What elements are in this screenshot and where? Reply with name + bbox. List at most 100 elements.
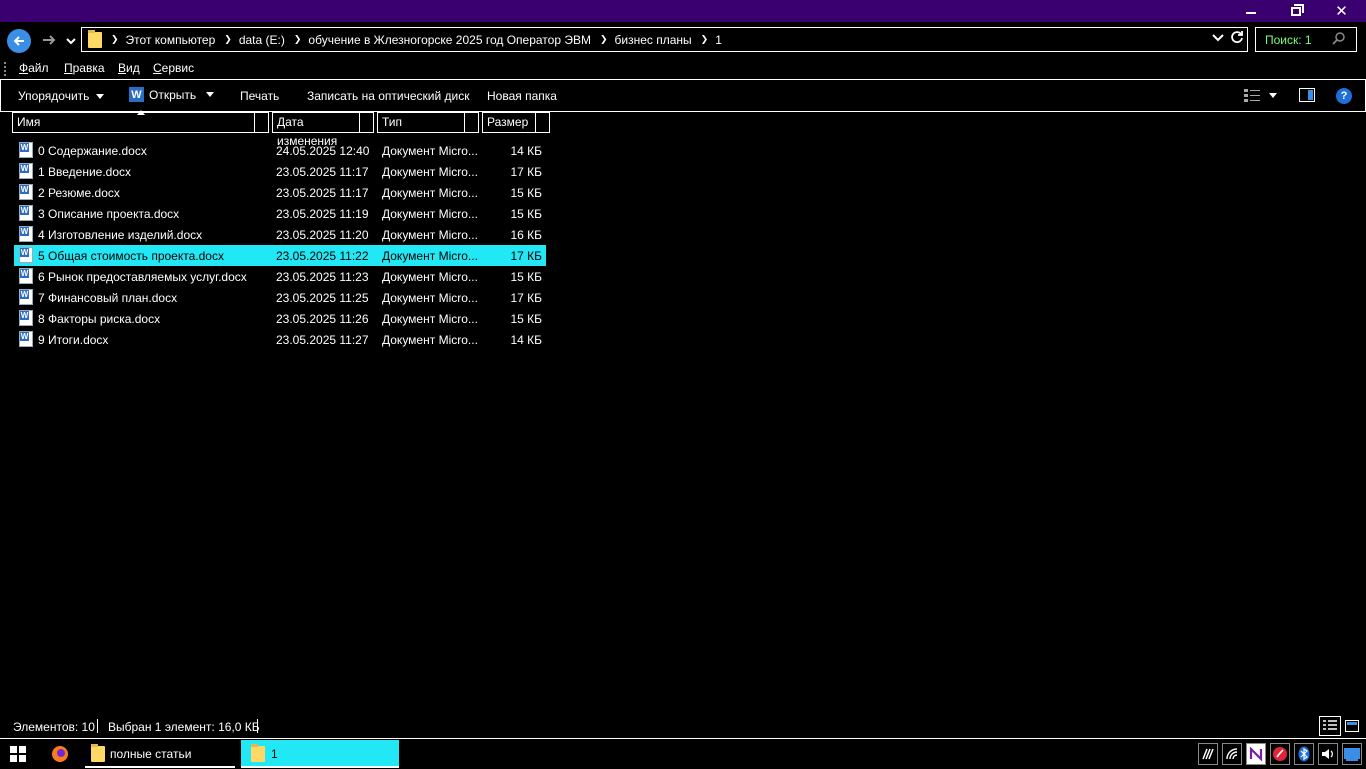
word-document-icon (19, 310, 33, 326)
file-row[interactable]: 0 Содержание.docx 24.05.2025 12:40 Докумен… (14, 140, 546, 161)
breadcrumb-training-folder[interactable]: обучение в Жлезногорске 2025 год Операто… (308, 33, 591, 47)
items-count: Элементов: 10 (13, 720, 95, 734)
restore-button[interactable] (1273, 0, 1318, 22)
menu-view-label: ид (126, 61, 140, 75)
caret-down-icon (1269, 92, 1277, 98)
shield-icon (1273, 747, 1287, 761)
large-icons-view-button[interactable] (1341, 716, 1363, 736)
file-row[interactable]: 6 Рынок предоставляемых услуг.docx 23.05.… (14, 266, 546, 287)
file-size: 15 КБ (510, 270, 542, 284)
file-date: 23.05.2025 11:20 (276, 228, 369, 242)
file-type: Документ Micro... (382, 270, 478, 284)
action-center-icon[interactable] (1342, 743, 1362, 765)
column-type-splitter[interactable] (465, 112, 479, 133)
column-size[interactable]: Размер (482, 112, 536, 133)
file-type: Документ Micro... (382, 291, 478, 305)
file-type: Документ Micro... (382, 249, 478, 263)
menu-bar: Файл Правка Вид Сервис (0, 59, 1366, 79)
preview-pane-button[interactable] (1299, 88, 1315, 102)
breadcrumb-drive[interactable]: data (E:) (239, 33, 285, 47)
forward-button[interactable] (39, 29, 59, 51)
file-row[interactable]: 3 Описание проекта.docx 23.05.2025 11:19 Д… (14, 203, 546, 224)
onenote-icon[interactable] (1246, 743, 1266, 765)
change-view-button[interactable] (1244, 88, 1277, 102)
menu-tools-accesskey: С (153, 61, 162, 75)
folder-icon (91, 744, 105, 762)
file-row[interactable]: 4 Изготовление изделий.docx 23.05.2025 11… (14, 224, 546, 245)
bluetooth-glyph (1298, 746, 1310, 762)
column-name[interactable]: Имя (12, 112, 255, 133)
column-size-splitter[interactable] (536, 112, 550, 133)
file-size: 15 КБ (510, 207, 542, 221)
column-name-splitter[interactable] (255, 112, 269, 133)
word-document-icon (19, 142, 33, 158)
organize-label: Упорядочить (18, 89, 90, 103)
file-row[interactable]: 1 Введение.docx 23.05.2025 11:17 Документ … (14, 161, 546, 182)
file-row[interactable]: 2 Резюме.docx 23.05.2025 11:17 Документ Mi… (14, 182, 546, 203)
status-bar: Элементов: 10 Выбран 1 элемент: 16,0 КБ (0, 716, 1366, 738)
word-document-icon (19, 226, 33, 242)
search-icon[interactable] (1332, 31, 1346, 45)
burn-disc-button[interactable]: Записать на оптический диск (307, 89, 470, 103)
file-size: 15 КБ (510, 312, 542, 326)
back-arrow-icon (13, 36, 24, 46)
windows-logo-icon (10, 746, 26, 762)
file-row[interactable]: 8 Факторы риска.docx 23.05.2025 11:26 Доку… (14, 308, 546, 329)
column-date[interactable]: Дата изменения (272, 112, 360, 148)
bluetooth-icon[interactable] (1294, 743, 1314, 765)
column-type[interactable]: Тип (377, 112, 465, 133)
file-size: 14 КБ (510, 144, 542, 158)
taskbar-app-label: полные статьи (110, 747, 192, 761)
organize-button[interactable]: Упорядочить (18, 89, 105, 103)
start-button[interactable] (0, 739, 36, 769)
details-view-icon (1244, 89, 1260, 102)
file-date: 23.05.2025 11:22 (276, 249, 369, 263)
open-button[interactable]: W Открыть (129, 87, 215, 102)
menu-tools[interactable]: Сервис (153, 61, 194, 75)
column-date-splitter[interactable] (360, 112, 374, 133)
address-dropdown-icon[interactable] (1212, 32, 1224, 42)
file-date: 23.05.2025 11:17 (276, 165, 369, 179)
file-row[interactable]: 5 Общая стоимость проекта.docx 23.05.2025… (14, 245, 546, 266)
chevron-right-icon: ❯ (599, 34, 608, 44)
preview-pane-icon (1299, 88, 1315, 102)
close-icon: ✕ (1335, 3, 1348, 20)
menu-file[interactable]: Файл (19, 61, 49, 75)
tray-app-icon[interactable] (1198, 743, 1218, 765)
file-date: 23.05.2025 11:26 (276, 312, 369, 326)
minimize-button[interactable] (1228, 0, 1273, 22)
help-button[interactable]: ? (1336, 88, 1352, 104)
file-type: Документ Micro... (382, 207, 478, 221)
file-row[interactable]: 7 Финансовый план.docx 23.05.2025 11:25 До… (14, 287, 546, 308)
breadcrumb-business-plans[interactable]: бизнес планы (615, 33, 692, 47)
tray-app-icon-glyph (1202, 748, 1214, 760)
file-type: Документ Micro... (382, 186, 478, 200)
back-button[interactable] (7, 29, 31, 53)
file-type: Документ Micro... (382, 312, 478, 326)
chevron-right-icon: ❯ (293, 34, 302, 44)
menu-view[interactable]: Вид (118, 61, 140, 75)
details-view-button[interactable] (1319, 716, 1341, 736)
explorer-taskbar-button[interactable]: полные статьи (85, 740, 235, 768)
breadcrumb-current[interactable]: 1 (715, 33, 722, 47)
file-size: 17 КБ (510, 291, 542, 305)
breadcrumb-this-pc[interactable]: Этот компьютер (126, 33, 216, 47)
print-button[interactable]: Печать (240, 89, 279, 103)
folder-icon (251, 744, 265, 762)
volume-icon[interactable] (1318, 743, 1338, 765)
taskbar: полные статьи 1 (0, 738, 1366, 768)
search-input[interactable]: Поиск: 1 (1255, 27, 1357, 52)
explorer-taskbar-button-active[interactable]: 1 (241, 740, 399, 768)
menu-edit[interactable]: Правка (64, 61, 105, 75)
close-button[interactable]: ✕ (1319, 0, 1364, 22)
file-row[interactable]: 9 Итоги.docx 23.05.2025 11:27 Документ Mic… (14, 329, 546, 350)
recent-locations-button[interactable] (64, 30, 78, 52)
firefox-taskbar-button[interactable] (44, 740, 76, 768)
new-folder-button[interactable]: Новая папка (487, 89, 557, 103)
menu-tools-label: ервис (161, 61, 195, 75)
address-bar[interactable]: ❯ Этот компьютер ❯ data (E:) ❯ обучение … (81, 27, 1248, 52)
antivirus-icon[interactable] (1270, 743, 1290, 765)
word-document-icon (19, 184, 33, 200)
network-icon[interactable] (1222, 743, 1242, 765)
refresh-icon[interactable] (1230, 30, 1244, 44)
